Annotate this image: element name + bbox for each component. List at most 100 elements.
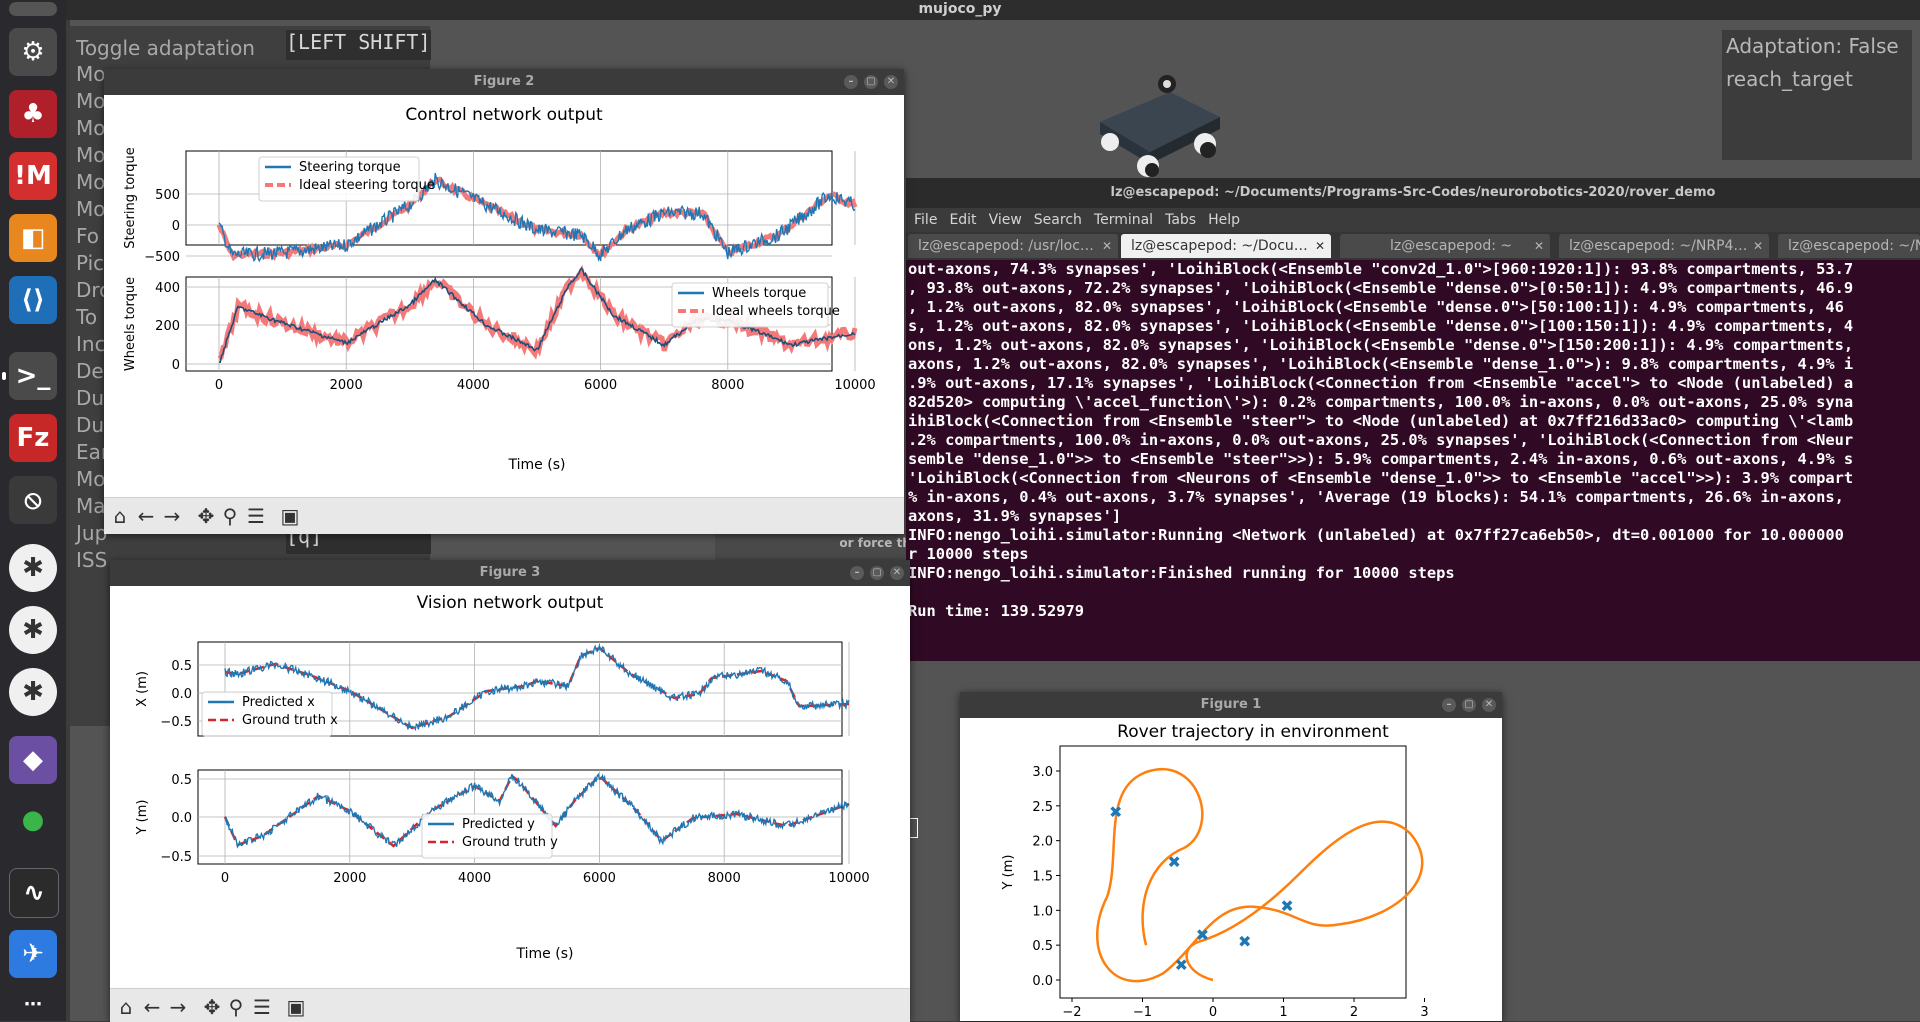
pan-icon[interactable]: ✥ <box>194 504 218 528</box>
configure-subplots-icon[interactable]: ☰ <box>244 504 268 528</box>
x-tick-label: 0 <box>1209 1005 1217 1020</box>
menu-view[interactable]: View <box>989 212 1022 228</box>
home-icon[interactable]: ⌂ <box>108 504 132 528</box>
figure-3-xlabel: Time (s) <box>516 946 574 962</box>
feishu-icon[interactable]: ✈ <box>9 930 57 978</box>
terminal-icon[interactable]: >_ <box>9 352 57 400</box>
dock-top-icon[interactable] <box>9 2 57 16</box>
mail-icon[interactable]: !M <box>9 152 57 200</box>
terminal-line: INFO:nengo_loihi.simulator:Running <Netw… <box>908 526 1844 544</box>
tab-documents[interactable]: lz@escapepod: ~/Docu… ✕ <box>1121 234 1331 258</box>
x-tick-label: 6000 <box>583 871 616 886</box>
minimize-icon[interactable]: – <box>1442 698 1456 712</box>
mujoco-help-row: ISS <box>76 548 108 572</box>
figure-1-window-title: Figure 1 <box>1200 697 1262 712</box>
figure-3-window[interactable]: Figure 3 – ▢ ✕ Vision network output 0.5 0.… <box>110 560 910 1022</box>
x-subplot: 0.5 0.0 −0.5 X (m) Predicted x Ground truth x <box>135 641 850 737</box>
pan-icon[interactable]: ✥ <box>200 995 224 1019</box>
legend-label: Ideal wheels torque <box>712 304 840 319</box>
y-axis-label: Y (m) <box>135 800 150 836</box>
configure-subplots-icon[interactable]: ☰ <box>250 995 274 1019</box>
forward-arrow-icon[interactable]: → <box>166 995 190 1019</box>
system-monitor-icon[interactable]: ∿ <box>9 868 59 918</box>
maximize-icon[interactable]: ▢ <box>864 75 878 89</box>
close-icon[interactable]: ✕ <box>1102 234 1112 258</box>
y-tick-label: 0 <box>172 358 180 373</box>
save-icon[interactable]: ▣ <box>284 995 308 1019</box>
figure-1-title-bar[interactable]: Figure 1 – ▢ ✕ <box>960 692 1502 718</box>
tab-nrp[interactable]: lz@escapepod: ~/NRP4… ✕ <box>1559 234 1769 258</box>
forward-arrow-icon[interactable]: → <box>160 504 184 528</box>
home-icon[interactable]: ⌂ <box>114 995 138 1019</box>
mujoco-help-row: Fo <box>76 224 100 248</box>
y-tick-label: 1.5 <box>1032 870 1053 885</box>
back-arrow-icon[interactable]: ← <box>134 504 158 528</box>
mendeley-icon[interactable]: ♣ <box>9 90 57 138</box>
terminal-window[interactable]: lz@escapepod: ~/Documents/Programs-Src-C… <box>906 178 1920 838</box>
close-icon[interactable]: ✕ <box>1482 698 1496 712</box>
steering-subplot: 500 0 −500 Steering torque Steering torque Id… <box>123 147 858 265</box>
sublime-icon[interactable]: ◧ <box>9 214 57 262</box>
terminal-line: r 10000 steps <box>908 545 1029 563</box>
menu-tabs[interactable]: Tabs <box>1165 212 1196 228</box>
y-tick-label: 3.0 <box>1032 765 1053 780</box>
vscode-icon[interactable]: ⟨⟩ <box>9 276 57 324</box>
figure-2-window[interactable]: Figure 2 – ▢ ✕ Control network output 500 0… <box>104 69 904 534</box>
minimize-icon[interactable]: – <box>844 75 858 89</box>
blocked-app-icon[interactable]: ⦸ <box>9 476 57 524</box>
figure-2-title-bar[interactable]: Figure 2 – ▢ ✕ <box>104 69 904 95</box>
menu-help[interactable]: Help <box>1208 212 1240 228</box>
x-tick-label: 0 <box>221 871 229 886</box>
back-arrow-icon[interactable]: ← <box>140 995 164 1019</box>
y-tick-label: 0.0 <box>171 811 192 826</box>
tab-home[interactable]: lz@escapepod: ~ ✕ <box>1340 234 1550 258</box>
minimize-icon[interactable]: – <box>850 566 864 580</box>
x-tick-label: 8000 <box>711 378 744 393</box>
x-tick-label: 10000 <box>828 871 869 886</box>
zoom-icon[interactable]: ⚲ <box>224 995 248 1019</box>
terminal-output[interactable]: out-axons, 74.3% synapses', 'LoihiBlock(… <box>906 260 1920 661</box>
y-tick-label: 500 <box>155 188 180 203</box>
menu-edit[interactable]: Edit <box>949 212 976 228</box>
legend-label: Predicted y <box>462 817 535 832</box>
zoom-icon[interactable]: ⚲ <box>218 504 242 528</box>
menu-search[interactable]: Search <box>1034 212 1082 228</box>
close-icon[interactable]: ✕ <box>890 566 904 580</box>
y-tick-label: 400 <box>155 281 180 296</box>
python-figure-icon[interactable]: ✱ <box>9 544 57 592</box>
close-icon[interactable]: ✕ <box>1753 234 1763 258</box>
terminal-line: ons, 1.2% out-axons, 82.0% synapses', 'L… <box>908 336 1854 354</box>
tab-usr-local[interactable]: lz@escapepod: /usr/loc… ✕ <box>908 234 1118 258</box>
python-figure-icon-2[interactable]: ✱ <box>9 606 57 654</box>
mujoco-help-row: Mo <box>76 197 106 221</box>
menu-terminal[interactable]: Terminal <box>1094 212 1153 228</box>
python-figure-icon-3[interactable]: ✱ <box>9 668 57 716</box>
dock-active-indicator <box>2 372 6 380</box>
close-icon[interactable]: ✕ <box>1534 234 1544 258</box>
menu-file[interactable]: File <box>914 212 937 228</box>
filezilla-icon[interactable]: Fz <box>9 414 57 462</box>
application-dock: ⚙ ♣ !M ◧ ⟨⟩ >_ Fz ⦸ ✱ ✱ ✱ ◆ ● ∿ ✈ ⋯ <box>0 0 66 1021</box>
save-icon[interactable]: ▣ <box>278 504 302 528</box>
terminal-line: out-axons, 74.3% synapses', 'LoihiBlock(… <box>908 260 1854 278</box>
figure-3-title-bar[interactable]: Figure 3 – ▢ ✕ <box>110 560 910 586</box>
maximize-icon[interactable]: ▢ <box>1462 698 1476 712</box>
diamond-app-icon[interactable]: ◆ <box>9 736 57 784</box>
figure-2-window-title: Figure 2 <box>473 74 535 89</box>
x-tick-label: −1 <box>1133 1005 1152 1020</box>
terminal-title-bar[interactable]: lz@escapepod: ~/Documents/Programs-Src-C… <box>906 178 1920 208</box>
terminal-line: 82d520> computing \'accel_function\'>): … <box>908 393 1854 411</box>
figure-2-title: Control network output <box>405 105 603 125</box>
show-apps-icon[interactable]: ⋯ <box>9 992 57 1016</box>
settings-icon[interactable]: ⚙ <box>9 28 57 76</box>
tab-nr[interactable]: lz@escapepod: ~/NR <box>1778 234 1920 258</box>
figure-3-toolbar: ⌂ ← → ✥ ⚲ ☰ ▣ <box>110 988 910 1022</box>
figure-1-window[interactable]: Figure 1 – ▢ ✕ Rover trajectory in environ… <box>960 692 1502 1021</box>
close-icon[interactable]: ✕ <box>1315 234 1325 258</box>
y-tick-label: 0.5 <box>171 773 192 788</box>
wechat-icon[interactable]: ● <box>9 796 57 844</box>
terminal-line: , 93.8% out-axons, 72.2% synapses', 'Loi… <box>908 279 1854 297</box>
close-icon[interactable]: ✕ <box>884 75 898 89</box>
target-marker: ✖ <box>1168 853 1181 872</box>
maximize-icon[interactable]: ▢ <box>870 566 884 580</box>
